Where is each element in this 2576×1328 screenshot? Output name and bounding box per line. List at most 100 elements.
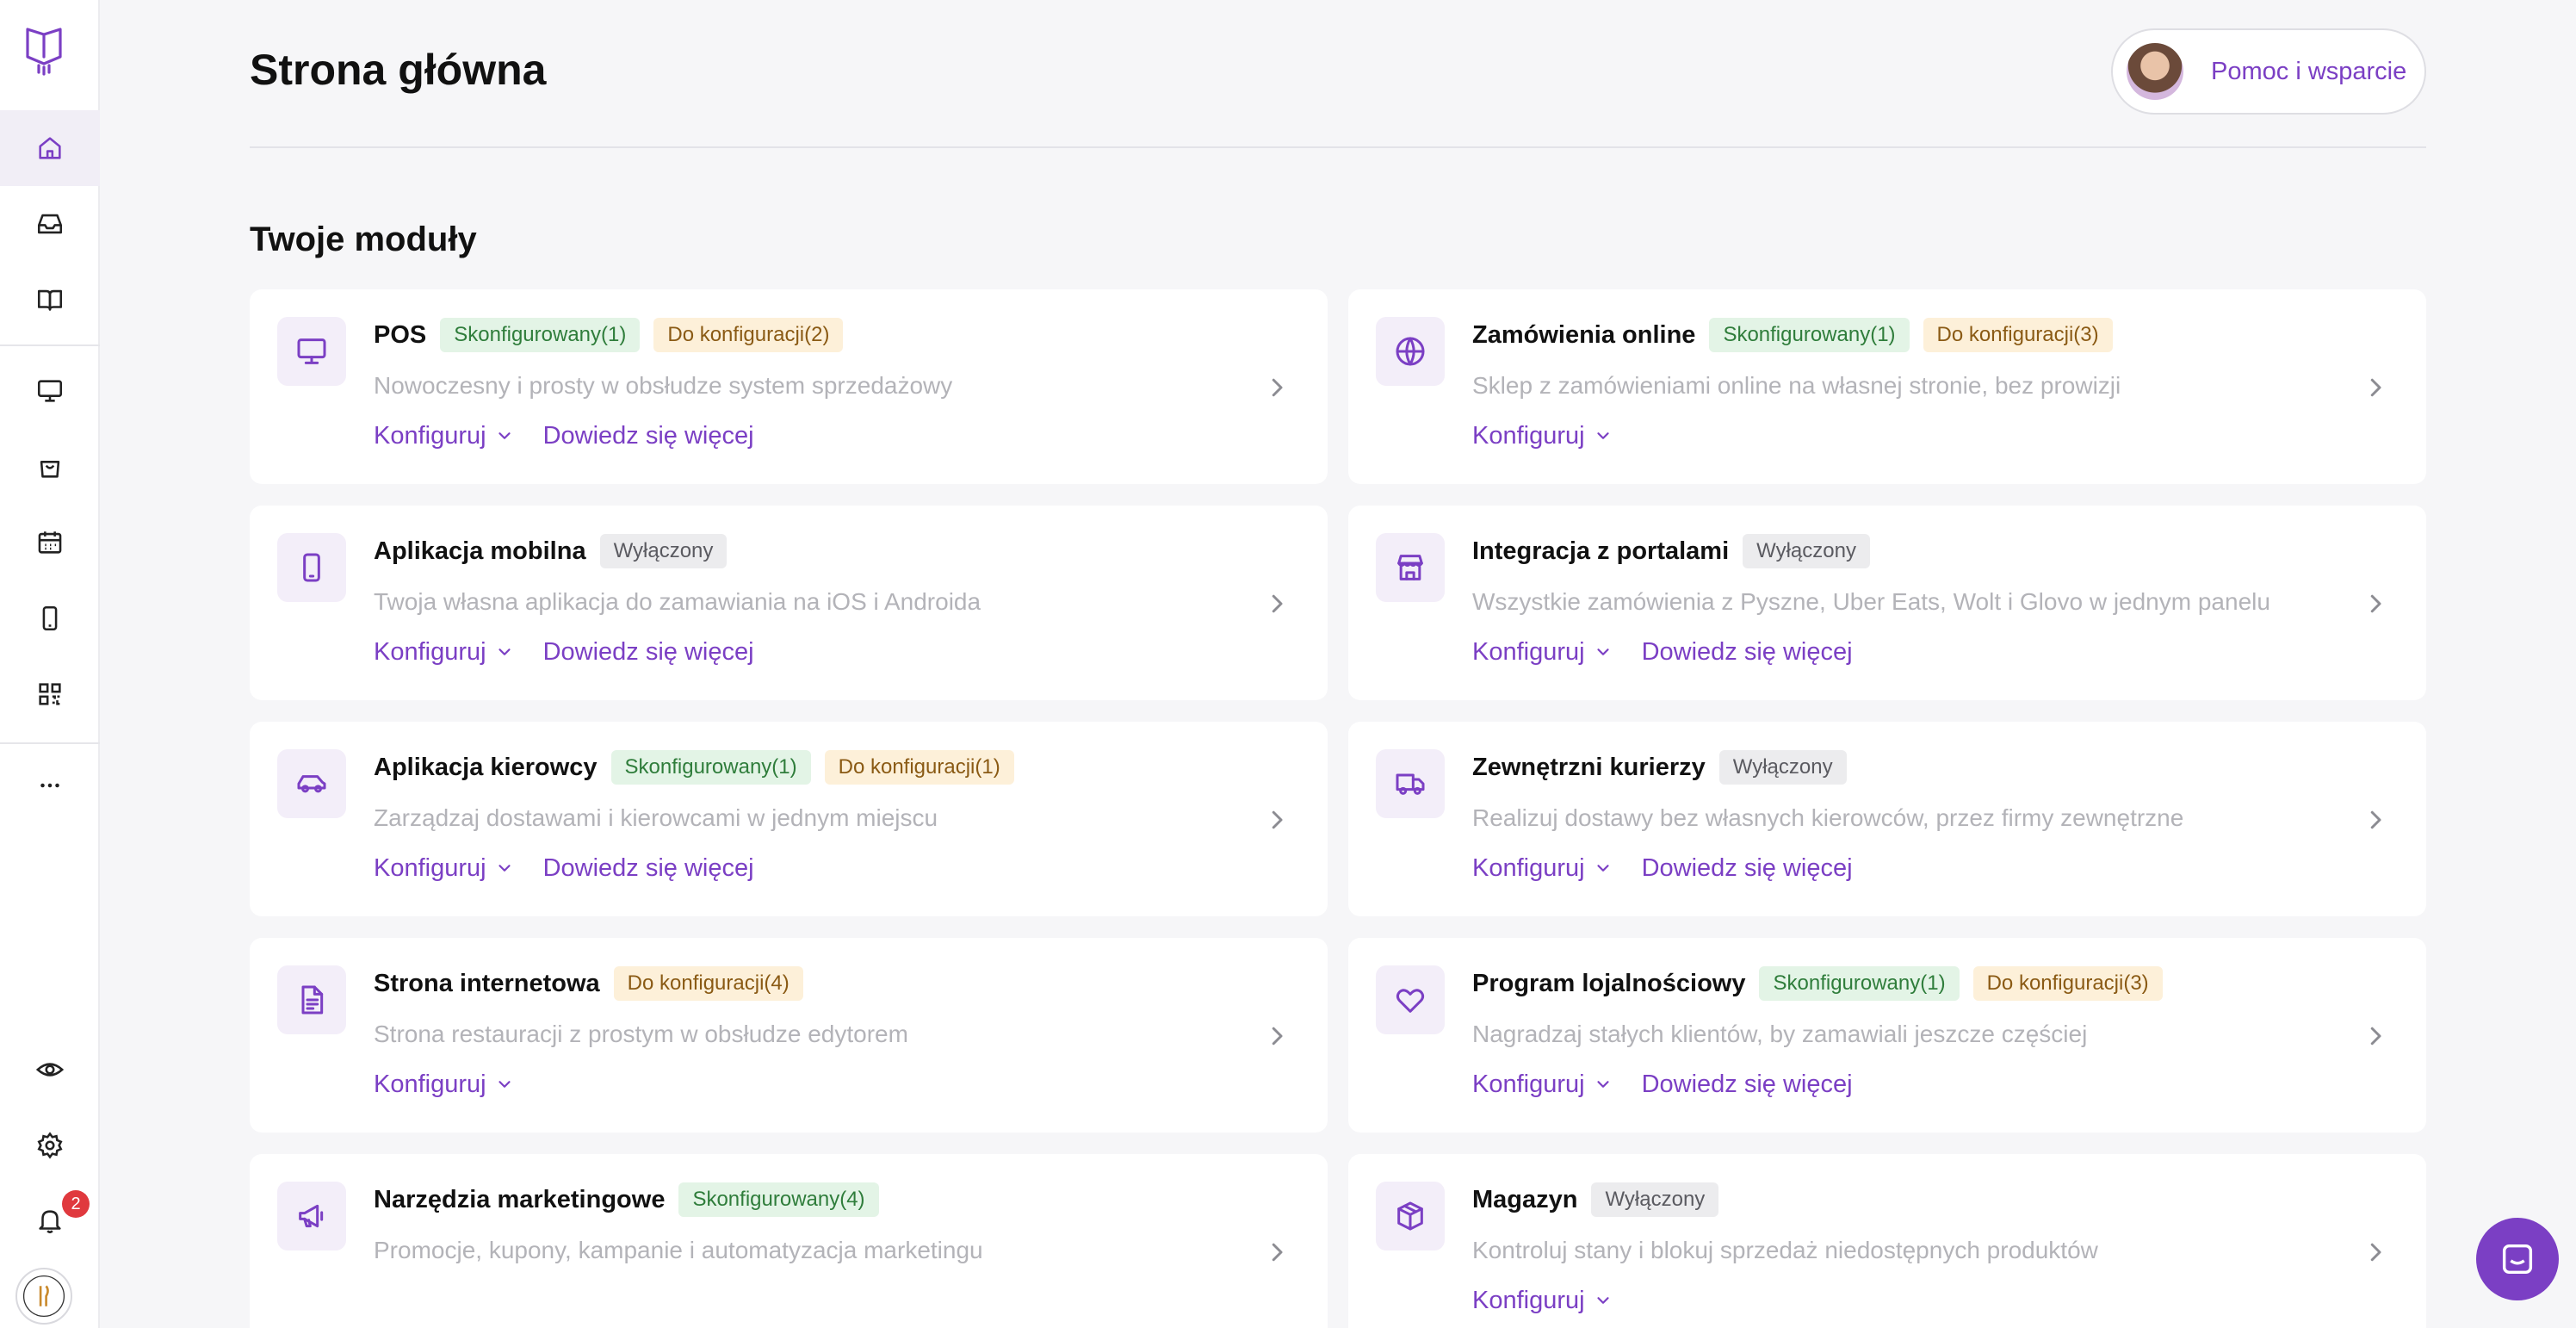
sidebar-item-settings[interactable] [0, 1108, 100, 1183]
module-actions: Konfiguruj Dowiedz się więcej [374, 417, 754, 455]
module-card[interactable]: Zamówienia online Skonfigurowany(1) Do kon… [1348, 289, 2426, 484]
help-support-button[interactable]: Pomoc i wsparcie [2111, 28, 2426, 115]
module-icon-box [277, 749, 346, 818]
status-badge: Wyłączony [599, 534, 728, 568]
book-icon [37, 289, 63, 311]
module-card[interactable]: Aplikacja mobilna Wyłączony Twoja własna a… [250, 506, 1328, 700]
module-card[interactable]: Narzędzia marketingowe Skonfigurowany(4) P… [250, 1154, 1328, 1328]
module-header: Narzędzia marketingowe Skonfigurowany(4) [374, 1180, 893, 1219]
configure-label: Konfiguruj [374, 637, 486, 666]
configure-label: Konfiguruj [374, 421, 486, 450]
sidebar-item-menu[interactable] [0, 262, 100, 338]
truck-icon [1396, 773, 1425, 795]
learn-more-link[interactable]: Dowiedz się więcej [1642, 638, 1853, 667]
page-title: Strona główna [250, 46, 547, 94]
module-actions: Konfiguruj Dowiedz się więcej [1472, 1065, 1853, 1103]
configure-dropdown[interactable]: Konfiguruj [374, 854, 514, 883]
sidebar-item-orders[interactable] [0, 429, 100, 505]
qr-code-icon [39, 683, 61, 705]
module-card[interactable]: Aplikacja kierowcy Skonfigurowany(1) Do ko… [250, 722, 1328, 916]
module-actions: Konfiguruj [1472, 1281, 1642, 1319]
bell-icon [39, 1210, 61, 1234]
module-title: Narzędzia marketingowe [374, 1185, 666, 1213]
chevron-down-icon [498, 432, 511, 439]
configure-label: Konfiguruj [1472, 1286, 1585, 1314]
configure-label: Konfiguruj [374, 853, 486, 882]
chat-button[interactable] [2476, 1218, 2559, 1300]
learn-more-link[interactable]: Dowiedz się więcej [1642, 854, 1853, 883]
chevron-right-icon[interactable] [1264, 586, 1290, 621]
module-header: Program lojalnościowy Skonfigurowany(1) Do… [1472, 964, 2177, 1003]
module-actions: Konfiguruj Dowiedz się więcej [1472, 849, 1853, 887]
configure-dropdown[interactable]: Konfiguruj [374, 1070, 514, 1099]
configure-dropdown[interactable]: Konfiguruj [1472, 854, 1613, 883]
module-title: POS [374, 320, 427, 349]
module-description: Nagradzaj stałych klientów, by zamawiali… [1472, 1021, 2088, 1047]
module-description: Zarządzaj dostawami i kierowcami w jedny… [374, 804, 938, 831]
sidebar-item-qr[interactable] [0, 656, 100, 732]
learn-more-link[interactable]: Dowiedz się więcej [543, 854, 754, 883]
chat-icon [2502, 1244, 2533, 1275]
chevron-down-icon [1596, 1081, 1609, 1088]
learn-more-link[interactable]: Dowiedz się więcej [543, 422, 754, 450]
module-description: Promocje, kupony, kampanie i automatyzac… [374, 1237, 983, 1263]
chevron-right-icon[interactable] [1264, 370, 1290, 405]
chevron-right-icon[interactable] [2362, 1019, 2388, 1053]
chevron-down-icon [498, 1081, 511, 1088]
module-icon-box [1376, 749, 1445, 818]
module-description: Strona restauracji z prostym w obsłudze … [374, 1021, 908, 1047]
configure-dropdown[interactable]: Konfiguruj [374, 638, 514, 667]
module-title: Integracja z portalami [1472, 537, 1730, 565]
learn-more-link[interactable]: Dowiedz się więcej [543, 638, 754, 667]
chevron-down-icon [1596, 648, 1609, 655]
module-icon-box [1376, 317, 1445, 386]
module-icon-box [1376, 1182, 1445, 1250]
box-icon [1397, 1201, 1423, 1231]
module-card[interactable]: Program lojalnościowy Skonfigurowany(1) Do… [1348, 938, 2426, 1133]
chevron-right-icon[interactable] [1264, 803, 1290, 837]
header-divider [250, 146, 2426, 148]
smartphone-icon [42, 605, 58, 631]
chevron-down-icon [498, 865, 511, 872]
module-card[interactable]: Magazyn Wyłączony Kontroluj stany i blokuj… [1348, 1154, 2426, 1328]
module-description: Twoja własna aplikacja do zamawiania na … [374, 588, 981, 615]
sidebar-item-calendar[interactable] [0, 505, 100, 580]
chevron-right-icon[interactable] [2362, 586, 2388, 621]
configure-dropdown[interactable]: Konfiguruj [1472, 638, 1613, 667]
chevron-right-icon[interactable] [2362, 370, 2388, 405]
configure-dropdown[interactable]: Konfiguruj [1472, 1287, 1613, 1315]
module-card[interactable]: Strona internetowa Do konfiguracji(4) Stro… [250, 938, 1328, 1133]
chevron-right-icon[interactable] [1264, 1019, 1290, 1053]
configure-label: Konfiguruj [1472, 637, 1585, 666]
chevron-right-icon[interactable] [2362, 1235, 2388, 1269]
module-card[interactable]: POS Skonfigurowany(1) Do konfiguracji(2) No… [250, 289, 1328, 484]
sidebar-item-mobile[interactable] [0, 580, 100, 656]
document-icon [301, 985, 324, 1015]
logo-icon[interactable] [24, 26, 64, 76]
module-card[interactable]: Zewnętrzni kurierzy Wyłączony Realizuj dos… [1348, 722, 2426, 916]
module-description: Kontroluj stany i blokuj sprzedaż niedos… [1472, 1237, 2098, 1263]
status-badge: Do konfiguracji(1) [824, 750, 1014, 785]
gear-icon [37, 1132, 63, 1159]
configure-dropdown[interactable]: Konfiguruj [1472, 422, 1613, 450]
status-badge: Do konfiguracji(3) [1923, 318, 2113, 352]
module-actions: Konfiguruj Dowiedz się więcej [374, 633, 754, 671]
sidebar-item-preview[interactable] [0, 1032, 100, 1108]
sidebar-item-home[interactable] [0, 110, 100, 186]
chevron-right-icon[interactable] [1264, 1235, 1290, 1269]
configure-dropdown[interactable]: Konfiguruj [374, 422, 514, 450]
status-badge: Wyłączony [1743, 534, 1870, 568]
module-card[interactable]: Integracja z portalami Wyłączony Wszystkie… [1348, 506, 2426, 700]
sidebar-item-pos[interactable] [0, 353, 100, 429]
restaurant-avatar[interactable] [15, 1268, 72, 1325]
status-badge: Do konfiguracji(3) [1972, 966, 2163, 1001]
module-actions: Konfiguruj [1472, 417, 1642, 455]
chevron-right-icon[interactable] [2362, 803, 2388, 837]
inbox-icon [37, 214, 63, 234]
learn-more-link[interactable]: Dowiedz się więcej [1642, 1070, 1853, 1099]
sidebar-item-inbox[interactable] [0, 186, 100, 262]
configure-label: Konfiguruj [1472, 853, 1585, 882]
configure-dropdown[interactable]: Konfiguruj [1472, 1070, 1613, 1099]
notification-badge: 2 [62, 1190, 90, 1218]
sidebar-item-more[interactable] [0, 748, 100, 823]
